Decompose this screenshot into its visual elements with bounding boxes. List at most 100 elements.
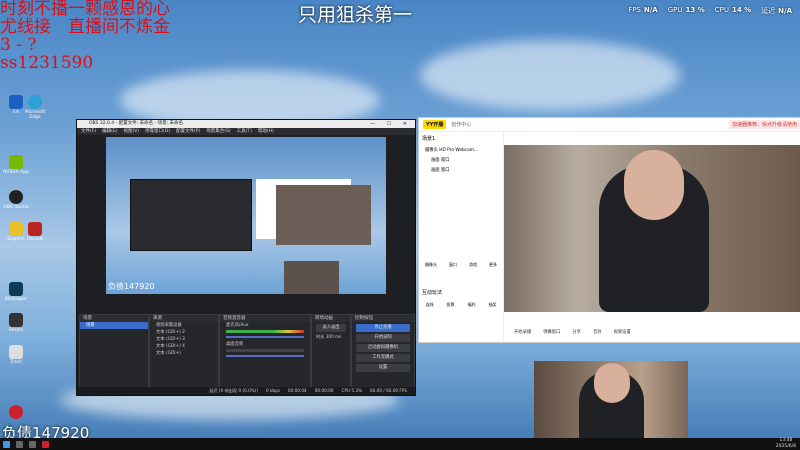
yy-video-settings-button[interactable]: 视频设置 — [614, 329, 631, 335]
menu-scene-collection[interactable]: 场景集合(S) — [206, 128, 230, 135]
sources-dock: 来源 视频采集设备 文本 (GDI+) 2 文本 (GDI+) 3 文本 (GD… — [149, 314, 219, 388]
yy-bottom-bar: 开始录播 弹幕窗口 分享 音效 视频设置 — [504, 322, 800, 342]
yy-live-window[interactable]: YY开播 创作中心 加速器推荐，快点升级请使用 场景1 摄像头 HD Pro W… — [418, 117, 800, 343]
yy-interact-item[interactable]: 抽奖 — [489, 302, 497, 308]
source-item[interactable]: 视频采集设备 — [150, 322, 218, 329]
performance-overlay: FPS N/A GPU 13 % CPU 14 % 延迟 N/A — [628, 6, 792, 15]
yy-interact-item[interactable]: 连线 — [426, 302, 434, 308]
desktop-icon-steam[interactable]: Steam — [1, 313, 31, 333]
window-controls[interactable]: — ☐ ✕ — [370, 120, 412, 128]
start-recording-button[interactable]: 开始录制 — [356, 334, 410, 342]
obs-titlebar[interactable]: OBS 32.0.4 - 配置文件: 未命名 - 场景: 未命名 — ☐ ✕ — [77, 120, 415, 128]
yy-danmaku-button[interactable]: 弹幕窗口 — [543, 329, 560, 335]
desktop-icon-nvidia[interactable]: NVIDIA App — [1, 155, 31, 175]
duration-input[interactable]: 300 ms — [326, 334, 342, 339]
yy-tool-window[interactable]: 窗口 — [449, 262, 457, 268]
menu-file[interactable]: 文件(F) — [81, 128, 96, 135]
tray-date: 2025/6/8 — [775, 444, 796, 449]
yy-sidebar: 场景1 摄像头 HD Pro Webcam... 画面 窗口 画面 窗口 摄像头… — [419, 132, 504, 342]
yy-share-button[interactable]: 分享 — [572, 329, 581, 335]
webcam-pip — [534, 361, 688, 450]
mixer-channel: 麦克风/Aux — [226, 323, 249, 328]
scenes-dock: 场景 场景 — [79, 314, 149, 388]
overlay-line-1: 时刻不播一颗感恩的心 — [0, 0, 170, 19]
status-cpu: CPU 5.3% — [341, 388, 363, 393]
menu-edit[interactable]: 编辑(E) — [102, 128, 117, 135]
preview-webcam — [276, 185, 371, 245]
volume-meter — [226, 330, 304, 333]
yy-tool-camera[interactable]: 摄像头 — [425, 262, 437, 268]
stream-title: 只用狙杀第一 — [298, 4, 413, 26]
preview-pip — [284, 261, 339, 294]
yy-logo: YY开播 — [423, 120, 447, 129]
audio-mixer-dock: 音频混音器 麦克风/Aux 桌面音频 — [219, 314, 311, 388]
desktop-icon-ubisoft[interactable]: Ubisoft — [20, 222, 50, 242]
desktop-icon-trash[interactable]: Trash — [1, 345, 31, 365]
settings-button[interactable]: 设置 — [356, 364, 410, 372]
yy-tool-game[interactable]: 游戏 — [469, 262, 477, 268]
source-item[interactable]: 文本 (GDI+) 3 — [150, 336, 218, 343]
desktop-icon-wallpaper[interactable]: Wallpaper — [1, 282, 31, 302]
nested-obs-window — [130, 179, 252, 251]
virtual-camera-button[interactable]: 启动虚拟摄像机 — [356, 344, 410, 352]
yy-scene-label[interactable]: 场景1 — [419, 132, 503, 145]
obs-window[interactable]: OBS 32.0.4 - 配置文件: 未命名 - 场景: 未命名 — ☐ ✕ 文… — [76, 119, 416, 396]
source-item[interactable]: 文本 (GDI+) 2 — [150, 329, 218, 336]
yy-webcam-preview — [504, 145, 800, 312]
yy-tools: 摄像头 窗口 游戏 更多 — [419, 262, 503, 268]
yy-topbar: YY开播 创作中心 加速器推荐，快点升级请使用 — [419, 118, 800, 132]
desktop-icon-obs[interactable]: OBS Studio — [1, 190, 31, 210]
transitions-header: 转场动画 — [312, 315, 350, 322]
controls-dock: 控制按钮 停止直播 开始录制 启动虚拟摄像机 工作室模式 设置 — [351, 314, 415, 388]
menu-tools[interactable]: 工具(T) — [237, 128, 252, 135]
search-icon[interactable] — [16, 440, 23, 448]
yy-interact-tools: 连线 投票 福利 抽奖 — [419, 302, 503, 308]
volume-slider[interactable] — [226, 355, 304, 357]
webcam-person-head — [624, 150, 684, 220]
stop-stream-button[interactable]: 停止直播 — [356, 324, 410, 332]
yy-interact-item[interactable]: 福利 — [468, 302, 476, 308]
app-icon[interactable] — [42, 440, 49, 448]
studio-mode-button[interactable]: 工作室模式 — [356, 354, 410, 362]
yy-source[interactable]: 画面 窗口 — [419, 165, 503, 175]
volume-slider[interactable] — [226, 336, 304, 338]
controls-header: 控制按钮 — [352, 315, 414, 322]
yy-tool-more[interactable]: 更多 — [489, 262, 497, 268]
source-item[interactable]: 文本 (GDI+) 4 — [150, 343, 218, 350]
overlay-line-3: 3 - ? — [0, 35, 37, 55]
scenes-header: 场景 — [80, 315, 148, 322]
mixer-channel: 桌面音频 — [226, 342, 244, 347]
transitions-dock: 转场动画 淡入淡出 时长 300 ms — [311, 314, 351, 388]
system-tray[interactable]: 13:48 2025/6/8 — [776, 438, 796, 450]
pip-person-head — [594, 363, 630, 403]
menu-profile[interactable]: 配置文件(P) — [176, 128, 200, 135]
status-dropped-frames: 延迟 (0 帧出现 0 (0.0%)) — [209, 388, 258, 393]
status-fps: 60.00 / 60.00 FPS — [370, 388, 407, 393]
yy-notice[interactable]: 加速器推荐，快点升级请使用 — [728, 120, 800, 129]
cloud — [420, 40, 680, 110]
yy-interact-item[interactable]: 投票 — [447, 302, 455, 308]
desktop-icon-edge[interactable]: Microsoft Edge — [20, 95, 50, 120]
status-stream-time: 00:00:04 — [287, 388, 307, 393]
sources-header: 来源 — [150, 315, 218, 322]
menu-help[interactable]: 帮助(H) — [258, 128, 274, 135]
netease-music-icon[interactable] — [1, 405, 31, 420]
yy-source[interactable]: 画面 窗口 — [419, 155, 503, 165]
menu-view[interactable]: 视图(V) — [123, 128, 139, 135]
transition-select[interactable]: 淡入淡出 — [316, 324, 346, 332]
yy-source[interactable]: 摄像头 HD Pro Webcam... — [419, 145, 503, 155]
duration-row: 时长 300 ms — [316, 334, 342, 339]
taskbar: 13:48 2025/6/8 — [0, 438, 800, 450]
source-item[interactable]: 文本 (GDI+) — [150, 350, 218, 357]
start-icon[interactable] — [3, 440, 10, 448]
yy-tab[interactable]: 创作中心 — [451, 121, 471, 128]
yy-sound-button[interactable]: 音效 — [593, 329, 602, 335]
taskview-icon[interactable] — [29, 440, 36, 448]
yy-record-button[interactable]: 开始录播 — [514, 329, 531, 335]
obs-preview-canvas[interactable]: 负债147920 — [106, 137, 386, 294]
obs-statusbar: 延迟 (0 帧出现 0 (0.0%)) 0 kbps 00:00:04 00:0… — [77, 387, 415, 395]
volume-meter — [226, 349, 304, 352]
scene-item[interactable]: 场景 — [80, 322, 148, 329]
menu-docks[interactable]: 停靠窗口(D) — [145, 128, 170, 135]
preview-follower-text: 负债147920 — [108, 282, 155, 291]
